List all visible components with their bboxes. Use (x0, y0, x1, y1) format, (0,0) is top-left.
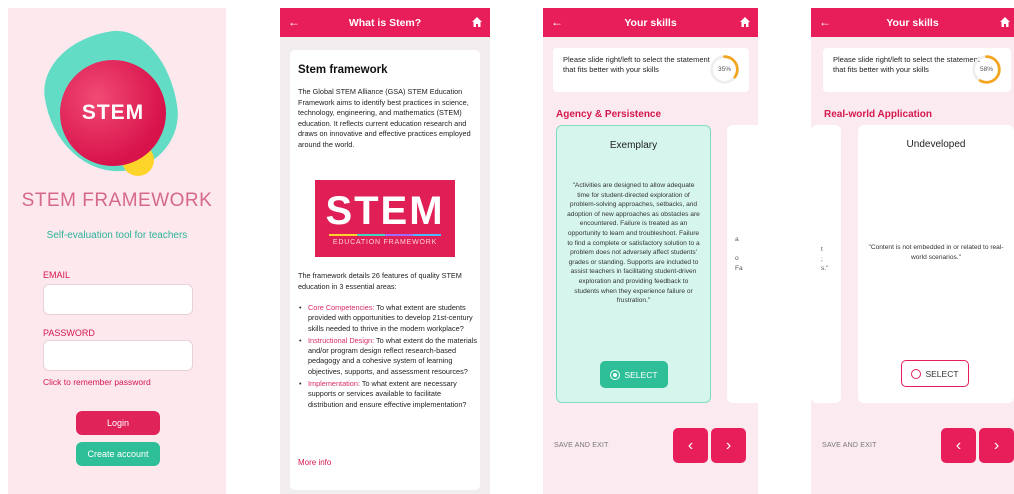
list-item: Core Competencies: To what extent are st… (298, 303, 478, 334)
stem-framework-banner: STEM EDUCATION FRAMEWORK (315, 180, 455, 257)
peek-text: a o Fa (735, 236, 743, 272)
login-screen: STEM STEM FRAMEWORK Self-evaluation tool… (8, 8, 226, 494)
banner-color-line (329, 234, 441, 236)
header-bar: ← What is Stem? (280, 8, 490, 37)
radio-checked-icon (610, 369, 621, 380)
content-card: Stem framework The Global STEM Alliance … (290, 50, 480, 490)
home-icon[interactable] (739, 16, 752, 29)
stem-logo: STEM (36, 23, 186, 181)
bullet-title[interactable]: Core Competencies: (308, 303, 375, 312)
next-card-peek[interactable]: a o Fa (727, 125, 758, 403)
login-button[interactable]: Login (76, 411, 160, 435)
chevron-right-icon: › (993, 436, 1000, 454)
list-item: Instructional Design: To what extent do … (298, 336, 478, 377)
page-heading: Stem framework (298, 64, 388, 76)
select-label: SELECT (624, 369, 658, 380)
what-is-stem-screen: ← What is Stem? Stem framework The Globa… (280, 8, 490, 494)
header-title: Your skills (886, 16, 939, 29)
skills-screen-2: ← Your skills Please slide right/left to… (811, 8, 1014, 494)
banner-subtitle: EDUCATION FRAMEWORK (332, 239, 438, 246)
select-label: SELECT (925, 368, 959, 379)
next-button[interactable]: › (979, 428, 1014, 463)
chevron-left-icon: ‹ (687, 436, 694, 454)
progress-percent: 35% (717, 66, 731, 73)
areas-list: Core Competencies: To what extent are st… (298, 303, 478, 412)
more-info-link[interactable]: More info (298, 458, 331, 467)
card-level: Exemplary (609, 140, 658, 151)
bullet-title[interactable]: Implementation: (308, 379, 360, 388)
app-subtitle: Self-evaluation tool for teachers (46, 230, 188, 241)
home-icon[interactable] (471, 16, 484, 29)
app-title: STEM FRAMEWORK (21, 190, 213, 211)
section-title: Real-world Application (824, 109, 932, 120)
back-arrow-icon[interactable]: ← (819, 16, 832, 29)
email-field[interactable] (43, 284, 193, 315)
password-field[interactable] (43, 340, 193, 371)
chevron-left-icon: ‹ (955, 436, 962, 454)
instruction-card: Please slide right/left to select the st… (823, 48, 1011, 92)
instruction-card: Please slide right/left to select the st… (553, 48, 749, 92)
instruction-text: Please slide right/left to select the st… (833, 55, 980, 74)
card-description: "Content is not embedded in or related t… (868, 244, 1004, 261)
home-icon[interactable] (999, 16, 1012, 29)
select-button[interactable]: SELECT (600, 361, 668, 388)
save-and-exit-link[interactable]: SAVE AND EXIT (554, 442, 609, 449)
create-account-button[interactable]: Create account (76, 442, 160, 466)
email-label: EMAIL (43, 270, 71, 280)
logo-text: STEM (81, 101, 145, 124)
banner-title: STEM (325, 189, 445, 233)
intro-paragraph: The Global STEM Alliance (GSA) STEM Educ… (298, 87, 471, 149)
previous-button[interactable]: ‹ (673, 428, 708, 463)
chevron-right-icon: › (725, 436, 732, 454)
header-title: Your skills (624, 16, 677, 29)
logo-circle: STEM (60, 60, 166, 166)
card-description: "Activities are designed to allow adequa… (567, 182, 700, 305)
peek-text: t ; s." (821, 246, 829, 273)
save-and-exit-link[interactable]: SAVE AND EXIT (822, 442, 877, 449)
progress-percent: 58% (979, 66, 993, 73)
password-label: PASSWORD (43, 328, 95, 338)
previous-card-peek[interactable]: t ; s." (811, 125, 841, 403)
back-arrow-icon[interactable]: ← (551, 16, 564, 29)
header-title: What is Stem? (348, 16, 422, 29)
header-bar: ← Your skills (543, 8, 758, 37)
instruction-text: Please slide right/left to select the st… (563, 55, 710, 74)
details-paragraph: The framework details 26 features of qua… (298, 271, 462, 291)
header-bar: ← Your skills (811, 8, 1014, 37)
skills-screen-1: ← Your skills Please slide right/left to… (543, 8, 758, 494)
radio-unchecked-icon (911, 368, 922, 379)
skill-card[interactable]: Undeveloped "Content is not embedded in … (858, 125, 1014, 403)
bullet-title[interactable]: Instructional Design: (308, 336, 374, 345)
previous-button[interactable]: ‹ (941, 428, 976, 463)
next-button[interactable]: › (711, 428, 746, 463)
card-level: Undeveloped (906, 139, 966, 150)
skill-card-selected[interactable]: Exemplary "Activities are designed to al… (556, 125, 711, 403)
list-item: Implementation: To what extent are neces… (298, 379, 478, 410)
back-arrow-icon[interactable]: ← (288, 16, 301, 29)
section-title: Agency & Persistence (556, 109, 662, 120)
remember-password-link[interactable]: Click to remember password (43, 377, 151, 387)
select-button[interactable]: SELECT (901, 360, 969, 387)
